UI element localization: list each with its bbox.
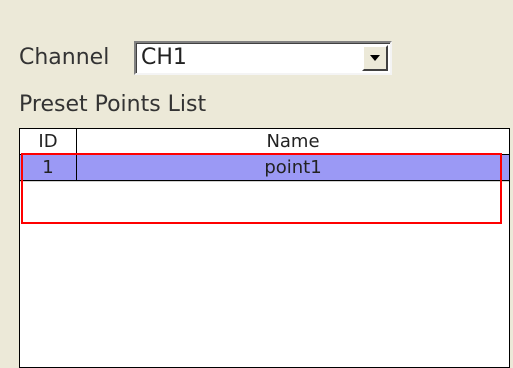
chevron-down-icon: [370, 55, 380, 61]
column-header-name[interactable]: Name: [77, 129, 509, 154]
preset-points-list[interactable]: ID Name 1 point1: [19, 128, 510, 368]
channel-label: Channel: [19, 45, 110, 70]
preset-points-list-title: Preset Points List: [19, 92, 207, 117]
list-header: ID Name: [20, 129, 509, 155]
list-row-divider: [20, 181, 509, 182]
channel-selected-value: CH1: [141, 45, 187, 70]
channel-select[interactable]: CH1: [134, 41, 392, 75]
list-row-1[interactable]: 1 point1: [20, 155, 509, 181]
dropdown-button[interactable]: [362, 45, 388, 71]
row-id-cell: 1: [20, 155, 77, 180]
row-name-cell: point1: [264, 157, 322, 178]
column-header-id[interactable]: ID: [20, 129, 77, 154]
